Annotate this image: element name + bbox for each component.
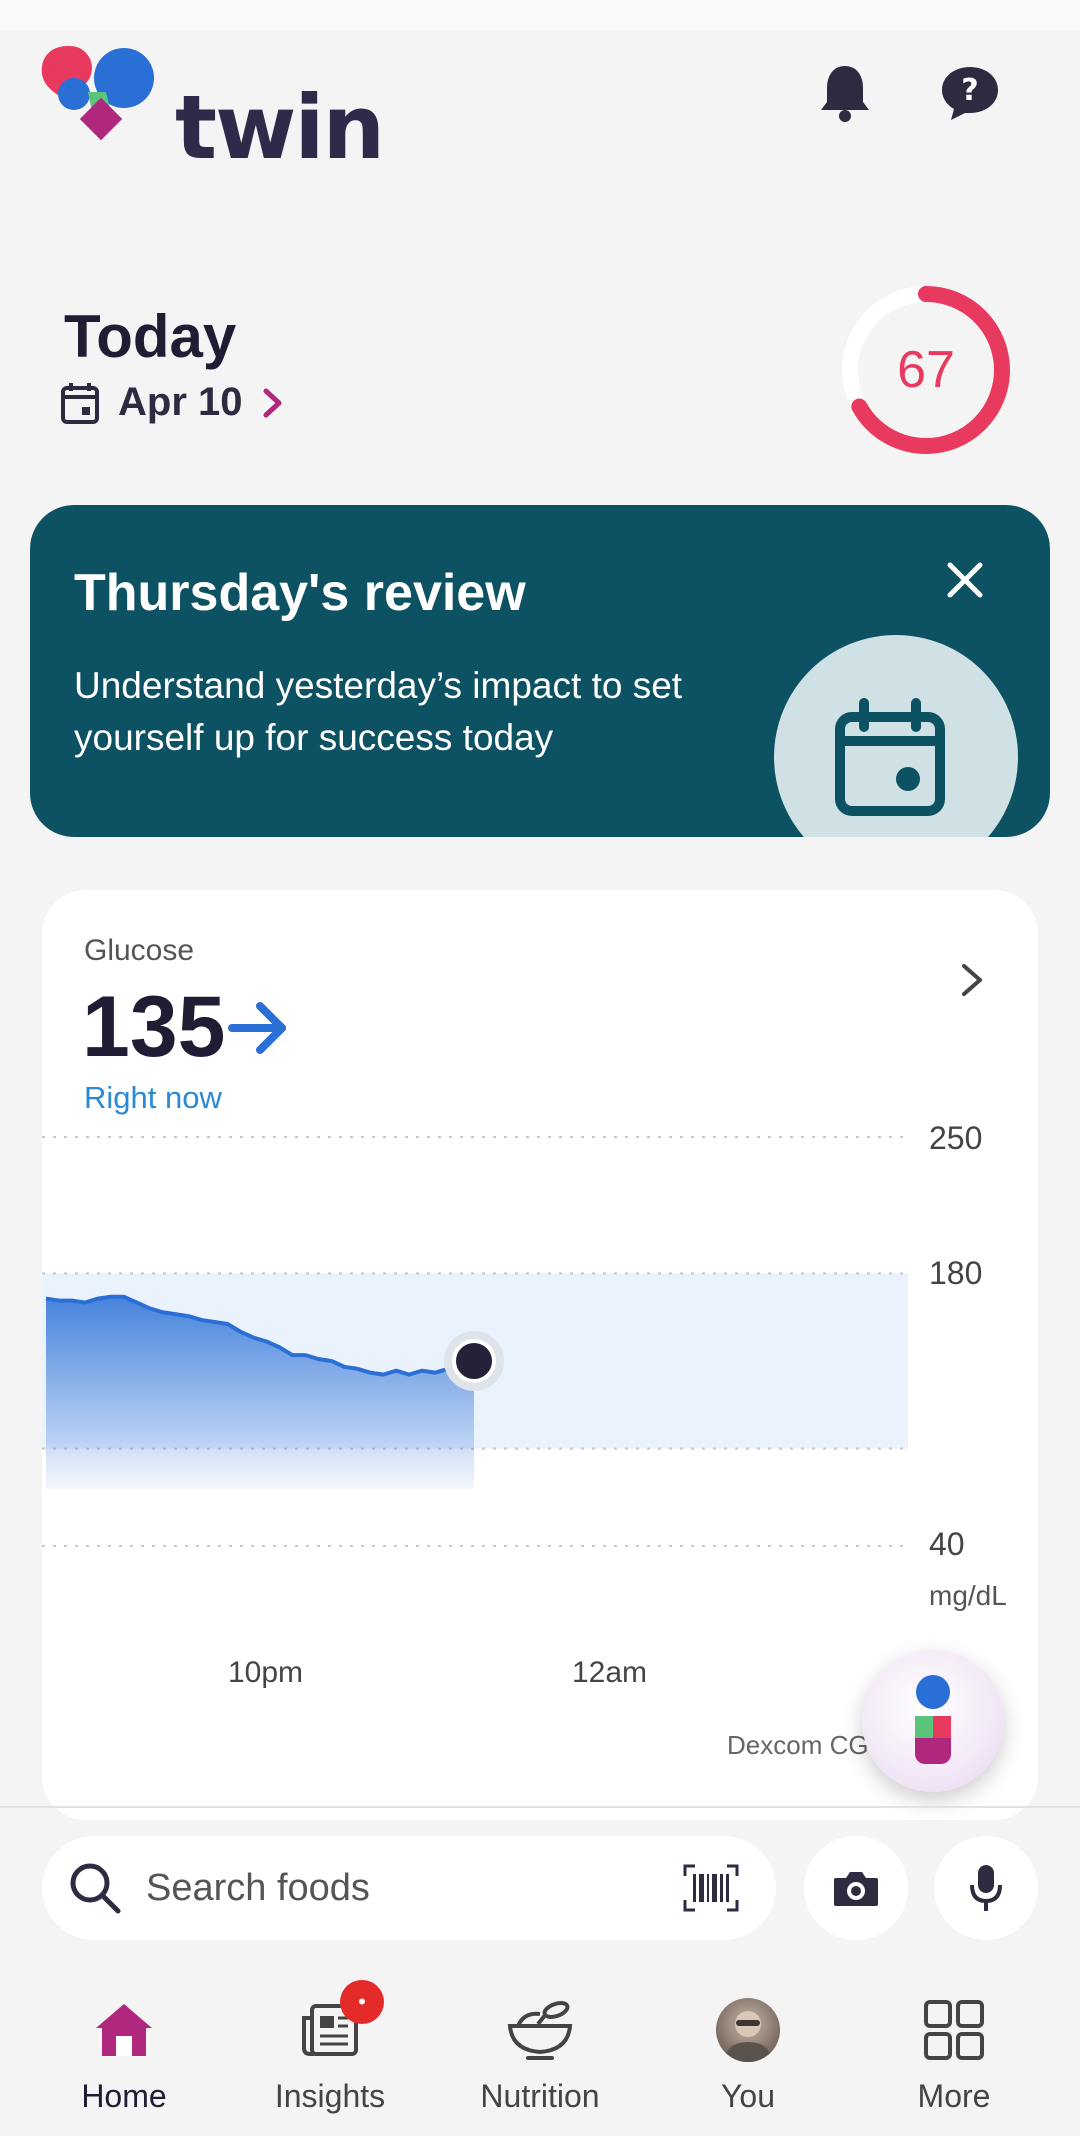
x-tick-12am: 12am <box>572 1656 648 1689</box>
barcode-scan-button[interactable] <box>676 1858 746 1918</box>
data-source-label: Dexcom CG <box>727 1730 869 1760</box>
date-selector[interactable]: Apr 10 <box>60 380 285 425</box>
current-point <box>452 1338 496 1383</box>
divider <box>0 1806 1080 1808</box>
camera-button[interactable] <box>804 1836 908 1940</box>
search-input[interactable]: Search foods <box>42 1836 776 1940</box>
nav-insights-label: Insights <box>274 2078 386 2114</box>
daily-score: 67 <box>897 341 955 399</box>
y-tick-40: 40 <box>929 1526 965 1562</box>
nav-home-label: Home <box>81 2078 167 2114</box>
bell-icon <box>821 66 869 122</box>
app-name: twin <box>175 76 385 179</box>
nav-insights[interactable]: • Insights <box>240 1980 420 2130</box>
assistant-button[interactable] <box>862 1650 1004 1792</box>
calendar-icon <box>61 382 99 424</box>
chevron-right-icon <box>263 388 281 417</box>
review-close-button[interactable] <box>930 545 1000 615</box>
daily-score-ring[interactable]: 67 <box>838 282 1014 458</box>
y-tick-180: 180 <box>929 1255 983 1291</box>
app-logo: twin <box>40 40 385 172</box>
question-bubble-icon: ? <box>942 67 998 120</box>
avatar <box>716 1998 780 2062</box>
status-bar <box>0 0 1080 30</box>
home-icon <box>96 2004 152 2056</box>
bowl-icon <box>507 2001 573 2060</box>
calendar-icon <box>835 698 945 816</box>
y-tick-250: 250 <box>929 1120 983 1156</box>
x-tick-10pm: 10pm <box>228 1656 304 1689</box>
nav-nutrition[interactable]: Nutrition <box>450 1990 630 2130</box>
nav-home[interactable]: Home <box>34 1990 214 2130</box>
nav-you-label: You <box>721 2078 775 2114</box>
date-label: Apr 10 <box>118 380 243 424</box>
svg-text:?: ? <box>961 73 978 108</box>
bottom-nav: Home • Insights Nutrition You More <box>0 1980 1080 2136</box>
notifications-button[interactable] <box>810 58 880 128</box>
logo-mark-icon <box>41 46 154 141</box>
insights-badge: • <box>340 1980 384 2024</box>
y-unit: mg/dL <box>929 1580 1007 1611</box>
review-card[interactable]: Thursday's review Understand yesterday’s… <box>30 505 1050 837</box>
nav-you[interactable]: You <box>658 1990 838 2130</box>
twin-assistant-icon <box>915 1675 951 1764</box>
review-body: Understand yesterday’s impact to set you… <box>74 665 683 758</box>
barcode-icon <box>683 1864 739 1912</box>
voice-input-button[interactable] <box>934 1836 1038 1940</box>
insights-badge-dot: • <box>358 1989 366 2014</box>
search-icon <box>70 1863 121 1914</box>
microphone-icon <box>970 1865 1002 1911</box>
search-placeholder: Search foods <box>146 1866 370 1909</box>
review-title: Thursday's review <box>74 564 526 622</box>
nav-more-label: More <box>917 2078 991 2114</box>
grid-icon <box>924 2000 984 2060</box>
help-button[interactable]: ? <box>935 58 1005 128</box>
page-title: Today <box>64 303 237 370</box>
nav-more[interactable]: More <box>864 1990 1044 2130</box>
close-icon <box>947 562 983 598</box>
nav-nutrition-label: Nutrition <box>480 2078 600 2114</box>
camera-icon <box>834 1872 878 1906</box>
